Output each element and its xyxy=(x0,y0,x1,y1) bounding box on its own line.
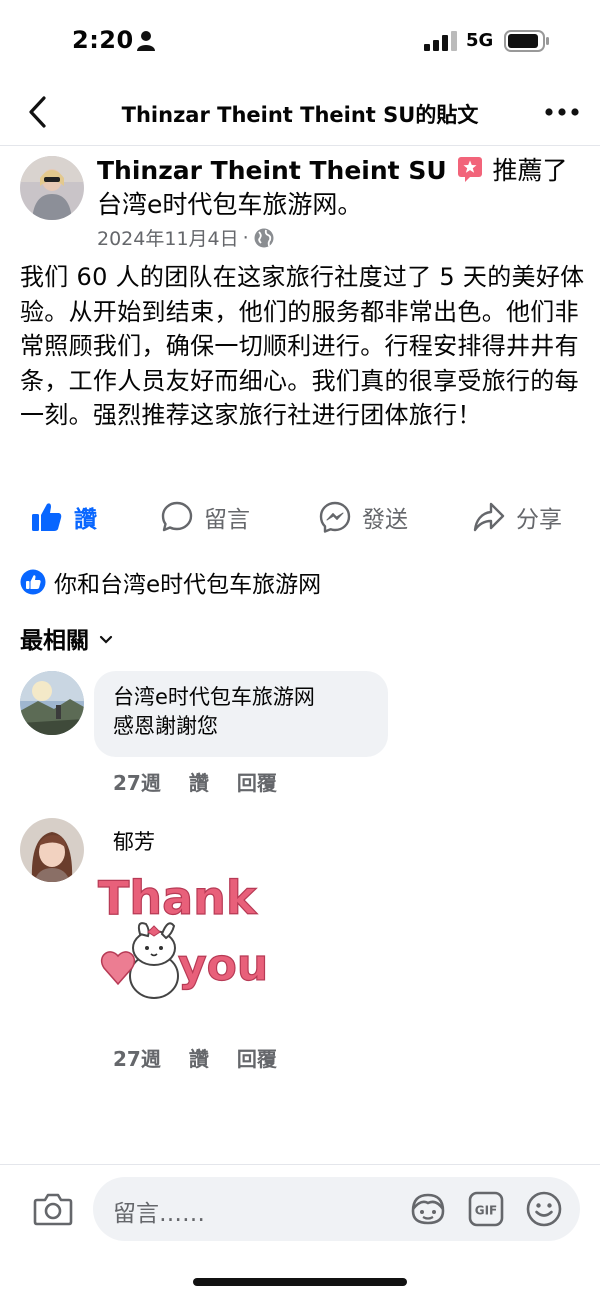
comment-bubble: 台湾e时代包车旅游网 感恩謝謝您 xyxy=(94,671,388,757)
author-name[interactable]: Thinzar Theint Theint SU xyxy=(97,156,447,185)
status-bar: 2:20 5G xyxy=(0,0,600,82)
post-date[interactable]: 2024年11月4日 xyxy=(97,224,239,251)
comment-like-button[interactable]: 讚 xyxy=(189,767,209,796)
back-chevron-icon[interactable] xyxy=(20,92,56,132)
gif-icon[interactable]: GIF xyxy=(468,1191,504,1227)
comment-actions: 27週 讚 回覆 xyxy=(113,1043,277,1072)
messenger-icon xyxy=(319,501,351,533)
comment-reply-button[interactable]: 回覆 xyxy=(237,767,277,796)
post-header: Thinzar Theint Theint SU 推薦了台湾e时代包车旅游网。 xyxy=(97,154,587,222)
send-button[interactable]: 發送 xyxy=(318,494,408,540)
send-label: 發送 xyxy=(362,507,408,533)
commenter-name[interactable]: 郁芳 xyxy=(113,826,155,856)
post-actions: 讚 留言 發送 分享 xyxy=(0,494,600,540)
chevron-down-icon xyxy=(99,635,113,644)
more-dots-icon[interactable] xyxy=(542,100,582,124)
share-arrow-icon xyxy=(473,502,505,532)
sticker-text-you: you xyxy=(178,940,268,991)
comment-bubble-icon xyxy=(161,501,193,532)
author-avatar[interactable] xyxy=(20,156,84,220)
share-label: 分享 xyxy=(516,507,562,533)
likes-summary[interactable]: 你和台湾e时代包车旅游网 xyxy=(20,565,321,599)
comment-like-button[interactable]: 讚 xyxy=(189,1043,209,1072)
likes-summary-text: 你和台湾e时代包车旅游网 xyxy=(54,572,322,598)
like-button[interactable]: 讚 xyxy=(30,494,97,540)
comment-reply-button[interactable]: 回覆 xyxy=(237,1043,277,1072)
post-body: 我们 60 人的团队在这家旅行社度过了 5 天的美好体验。从开始到结束，他们的服… xyxy=(20,263,585,429)
like-label: 讚 xyxy=(74,507,97,533)
home-indicator[interactable] xyxy=(193,1278,407,1286)
nav-bar: Thinzar Theint Theint SU的貼文 xyxy=(0,82,600,146)
comment-input[interactable]: 留言…… GIF xyxy=(93,1177,580,1241)
gif-label: GIF xyxy=(475,1204,498,1218)
sort-label: 最相關 xyxy=(20,628,89,654)
recommend-icon xyxy=(457,157,482,182)
sticker-text-thank: Thank xyxy=(98,871,258,925)
meta-dot: · xyxy=(242,226,249,249)
bunny-character xyxy=(100,922,179,999)
share-button[interactable]: 分享 xyxy=(472,494,562,540)
emoji-icon[interactable] xyxy=(525,1190,563,1228)
thank-you-sticker: Thank you xyxy=(97,870,269,999)
commenter-avatar[interactable] xyxy=(20,818,84,882)
like-thumb-icon xyxy=(32,503,62,531)
comment-button[interactable]: 留言 xyxy=(160,494,250,540)
page-title: Thinzar Theint Theint SU的貼文 xyxy=(121,103,479,127)
globe-icon xyxy=(254,228,274,247)
avatar-sticker-icon[interactable] xyxy=(409,1191,447,1227)
comment-time: 27週 xyxy=(113,1047,161,1071)
comment-composer: 留言…… GIF xyxy=(0,1164,600,1299)
comment-actions: 27週 讚 回覆 xyxy=(113,767,277,796)
commenter-name[interactable]: 台湾e时代包车旅游网 xyxy=(113,683,388,711)
camera-icon[interactable] xyxy=(33,1191,73,1227)
like-badge-icon xyxy=(20,569,46,595)
person-icon xyxy=(137,31,155,51)
comment-text: 感恩謝謝您 xyxy=(113,714,218,738)
signal-icon xyxy=(424,31,457,51)
comment-input-placeholder: 留言…… xyxy=(113,1201,205,1227)
commenter-avatar[interactable] xyxy=(20,671,84,735)
status-time: 2:20 xyxy=(72,26,134,54)
post-meta: 2024年11月4日 · xyxy=(97,224,275,251)
comment-sort[interactable]: 最相關 xyxy=(20,621,113,655)
network-label: 5G xyxy=(466,30,494,51)
comment-label: 留言 xyxy=(204,507,250,533)
comment-time: 27週 xyxy=(113,771,161,795)
battery-icon xyxy=(504,30,549,52)
